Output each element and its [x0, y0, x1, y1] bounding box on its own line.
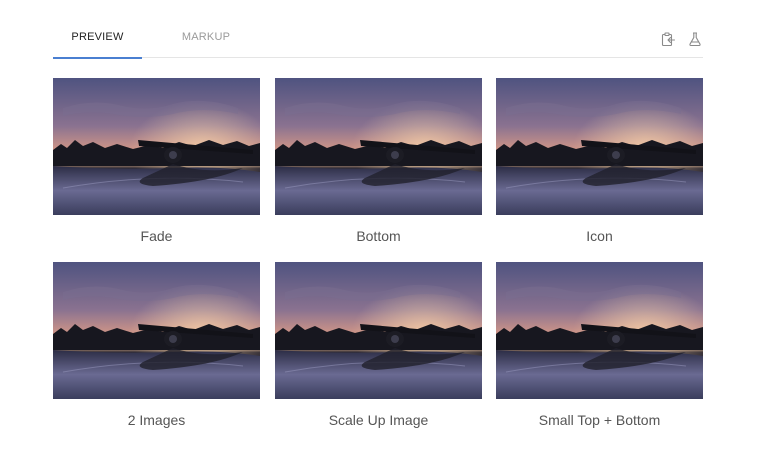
- card-icon: Icon: [496, 78, 703, 244]
- card-caption: Small Top + Bottom: [538, 412, 661, 428]
- card-image[interactable]: [275, 78, 482, 215]
- card-scale-up-image: Scale Up Image: [275, 262, 482, 428]
- hover-effects-preview: PREVIEW MARKUP Fade Bottom Icon 2 Images…: [0, 0, 783, 464]
- card-caption: Scale Up Image: [328, 412, 429, 428]
- card-caption: 2 Images: [127, 412, 186, 428]
- card-small-top-bottom: Small Top + Bottom: [496, 262, 703, 428]
- copy-to-clipboard-icon[interactable]: [660, 31, 676, 47]
- card-caption: Bottom: [356, 228, 401, 244]
- card-image[interactable]: [53, 262, 260, 399]
- card-caption: Fade: [140, 228, 173, 244]
- card-image[interactable]: [496, 262, 703, 399]
- card-image[interactable]: [496, 78, 703, 215]
- card-image[interactable]: [53, 78, 260, 215]
- tab-bar: PREVIEW MARKUP: [53, 20, 703, 59]
- tab-preview[interactable]: PREVIEW: [53, 20, 142, 59]
- flask-icon[interactable]: [687, 31, 703, 47]
- card-fade: Fade: [53, 78, 260, 244]
- card-caption: Icon: [586, 228, 613, 244]
- card-2-images: 2 Images: [53, 262, 260, 428]
- tab-markup[interactable]: MARKUP: [165, 20, 247, 58]
- card-image[interactable]: [275, 262, 482, 399]
- card-bottom: Bottom: [275, 78, 482, 244]
